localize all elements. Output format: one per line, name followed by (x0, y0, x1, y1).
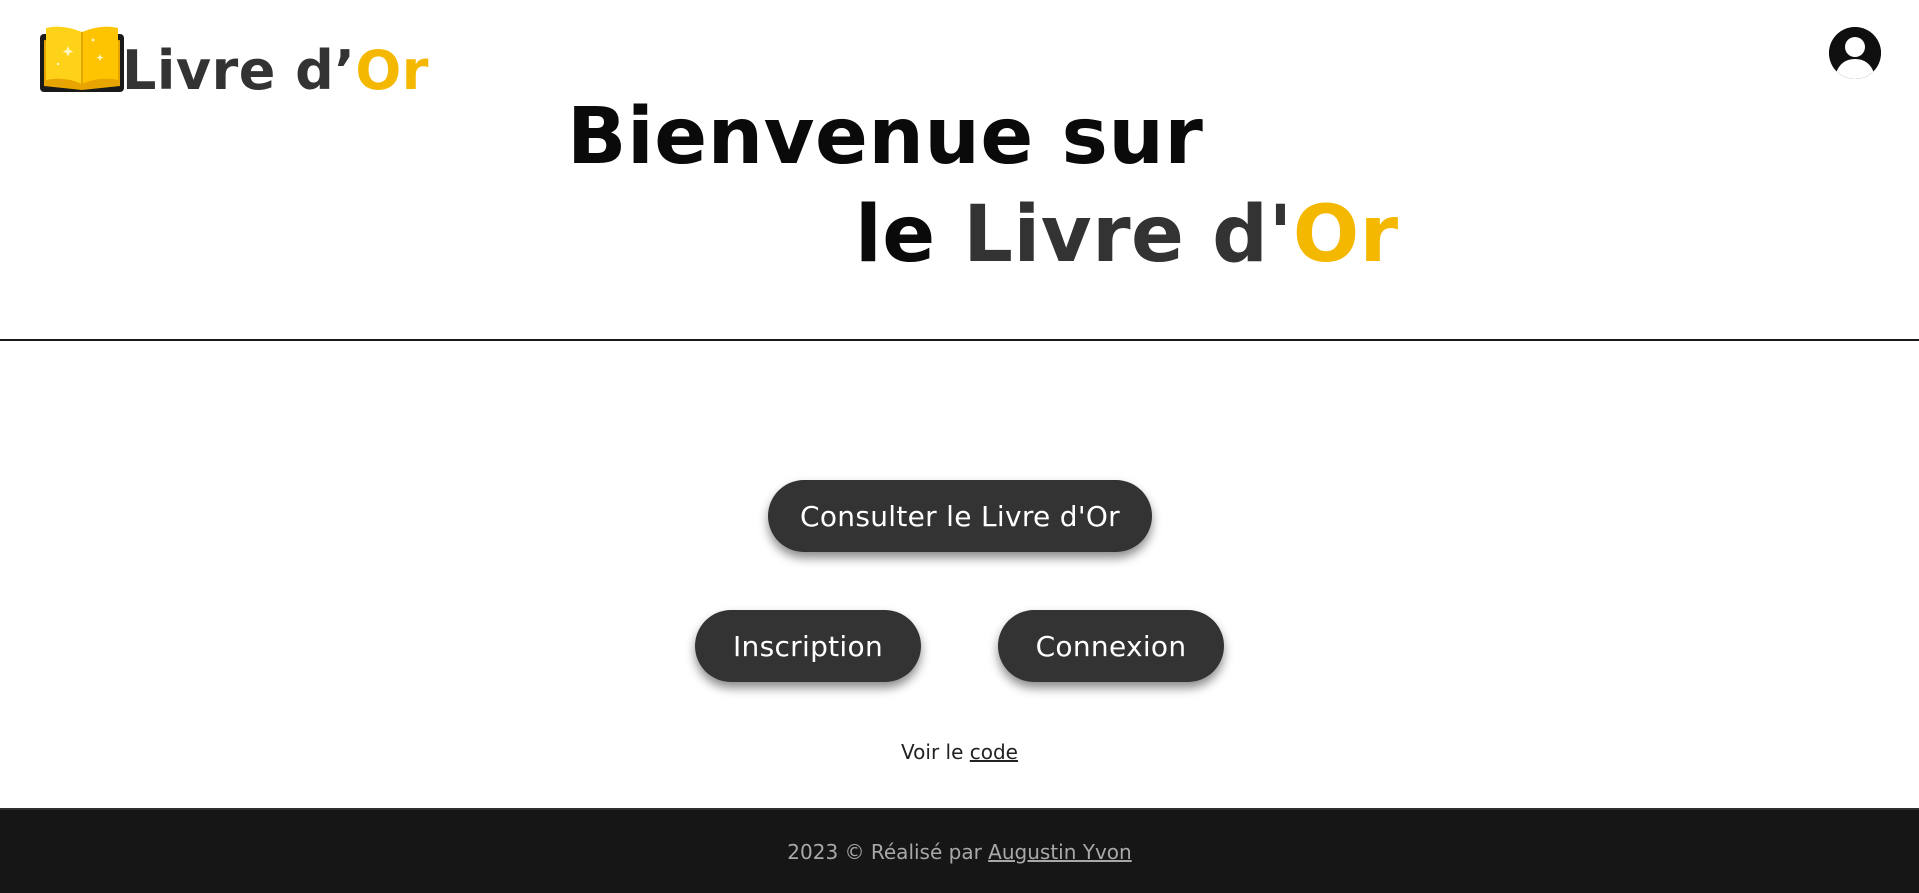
login-button[interactable]: Connexion (998, 610, 1224, 682)
logo-text: Livre d’Or (122, 44, 429, 98)
consult-guestbook-button[interactable]: Consulter le Livre d'Or (768, 480, 1152, 552)
footer-credit-text: 2023 © Réalisé par (787, 839, 982, 864)
site-header: Livre d’Or Bienvenue sur le Livre d'Or (0, 0, 1919, 341)
hero-title-main: Livre d' (963, 190, 1293, 280)
user-account-button[interactable] (1829, 27, 1881, 79)
view-code-prefix: Voir le (901, 740, 964, 764)
logo-text-accent: Or (355, 39, 429, 102)
view-code-link[interactable]: code (970, 740, 1018, 764)
signup-button[interactable]: Inscription (695, 610, 921, 682)
hero-title-line2: le Livre d'Or (855, 188, 1399, 282)
hero-title-prefix: le (855, 190, 936, 280)
open-book-icon (40, 26, 124, 92)
hero-title-line1: Bienvenue sur (567, 92, 1204, 182)
view-code-line: Voir le code (0, 738, 1919, 766)
footer-credit: 2023 © Réalisé par Augustin Yvon (787, 840, 1131, 864)
hero-title-accent: Or (1292, 190, 1399, 280)
footer-author-link[interactable]: Augustin Yvon (988, 840, 1132, 864)
site-footer: 2023 © Réalisé par Augustin Yvon (0, 808, 1919, 893)
logo-text-prefix: Livre d’ (122, 39, 356, 102)
site-logo[interactable]: Livre d’Or (38, 22, 429, 98)
user-account-icon (1829, 27, 1881, 79)
